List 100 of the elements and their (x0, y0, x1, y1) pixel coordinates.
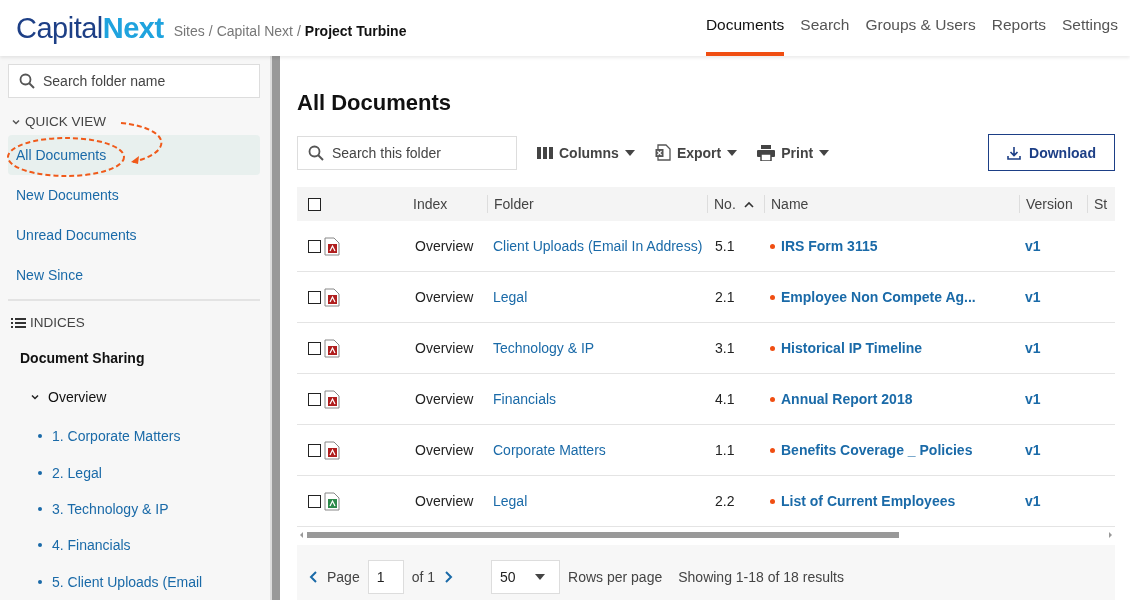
caret-icon (535, 573, 546, 580)
download-button[interactable]: Download (988, 134, 1115, 171)
tree-item[interactable]: 4. Financials (52, 537, 131, 554)
pdf-file-icon (324, 236, 340, 256)
tree-item[interactable]: Overview (48, 389, 107, 405)
toolbar-button[interactable]: Print (757, 144, 830, 161)
breadcrumb-item[interactable]: Sites (173, 23, 205, 39)
version-link[interactable]: v1 (1025, 493, 1041, 509)
spreadsheet-file-icon (324, 491, 340, 511)
version-link[interactable]: v1 (1025, 289, 1041, 305)
folder-link[interactable]: Legal (493, 493, 528, 509)
breadcrumb-item: Project Turbine (304, 23, 407, 39)
caret-icon (819, 149, 830, 156)
column-header[interactable]: No. (714, 196, 736, 212)
version-link[interactable]: v1 (1025, 391, 1041, 407)
rows-per-page-label: Rows per page (568, 568, 663, 585)
folder-search-field[interactable]: Search this folder (297, 135, 517, 170)
bullet-icon (38, 434, 42, 439)
tree-item[interactable]: 1. Corporate Matters (52, 428, 181, 445)
table-cell: Overview (415, 340, 474, 356)
column-header[interactable]: St (1094, 196, 1108, 212)
page-field[interactable]: 1 (367, 559, 404, 594)
folder-link[interactable]: Corporate Matters (493, 442, 606, 458)
section-heading: INDICES (30, 315, 85, 330)
caret-icon (727, 149, 738, 156)
nav-tab[interactable]: Documents (705, 0, 785, 56)
sort-ascending-icon[interactable] (743, 200, 754, 208)
nav-tab[interactable]: Settings (1062, 0, 1118, 56)
folder-search-field[interactable]: Search folder name (8, 64, 260, 98)
pdf-file-icon (324, 338, 340, 358)
checkbox[interactable] (308, 239, 321, 253)
quick-view-item[interactable]: Unread Documents (8, 215, 260, 255)
chevron-down-icon[interactable] (30, 392, 40, 402)
spreadsheet-icon (654, 144, 671, 161)
columns-icon (537, 146, 553, 159)
breadcrumb-item[interactable]: Capital Next (216, 23, 293, 39)
table-cell: Overview (415, 493, 474, 509)
table-cell: Overview (415, 442, 474, 458)
search-icon (19, 73, 35, 89)
document-link[interactable]: Employee Non Compete Ag... (781, 289, 976, 305)
table-cell: Overview (415, 238, 474, 254)
download-icon (1007, 145, 1022, 160)
quick-view-item[interactable]: All Documents (8, 135, 260, 175)
tree-item[interactable]: 3. Technology & IP (52, 501, 169, 517)
nav-tab[interactable]: Search (800, 0, 850, 56)
version-link[interactable]: v1 (1025, 238, 1041, 254)
column-header[interactable]: Folder (494, 196, 534, 212)
section-heading: QUICK VIEW (25, 114, 106, 129)
table-cell: 5.1 (715, 238, 735, 254)
search-icon (308, 144, 324, 161)
document-link[interactable]: IRS Form 3115 (781, 238, 878, 254)
folder-link[interactable]: Technology & IP (493, 340, 595, 356)
nav-tab[interactable]: Reports (991, 0, 1046, 56)
previous-page-icon[interactable] (309, 569, 319, 584)
version-link[interactable]: v1 (1025, 340, 1041, 356)
folder-link[interactable]: Client Uploads (Email In Address) (493, 238, 703, 254)
bullet-icon (38, 507, 42, 511)
version-link[interactable]: v1 (1025, 442, 1041, 458)
table-cell: 3.1 (715, 340, 735, 356)
folder-link[interactable]: Financials (493, 391, 557, 407)
column-header[interactable]: Index (413, 196, 448, 212)
next-page-icon[interactable] (443, 569, 454, 584)
printer-icon (757, 144, 776, 161)
page-label: Page (327, 568, 360, 585)
tree-item[interactable]: 2. Legal (52, 464, 102, 481)
results-summary: Showing 1-18 of 18 results (678, 568, 844, 585)
table-cell: 4.1 (715, 391, 735, 407)
pdf-file-icon (324, 287, 340, 307)
table-cell: Overview (415, 289, 474, 305)
tree-item[interactable]: 5. Client Uploads (Email (52, 573, 203, 590)
document-link[interactable]: Benefits Coverage _ Policies (781, 442, 973, 458)
rows-per-page-dropdown[interactable]: 50 (491, 559, 561, 594)
document-link[interactable]: Historical IP Timeline (781, 340, 923, 356)
breadcrumb-separator: / (208, 23, 213, 39)
scrollbar[interactable] (270, 56, 280, 600)
breadcrumb-separator: / (296, 23, 301, 39)
toolbar-button[interactable]: Columns (537, 144, 635, 161)
table-cell: 2.2 (715, 493, 735, 509)
checkbox[interactable] (308, 197, 321, 211)
nav-tab[interactable]: Groups & Users (865, 0, 976, 56)
column-header[interactable]: Name (771, 196, 809, 212)
table-cell: 2.1 (715, 289, 735, 305)
checkbox[interactable] (308, 392, 321, 406)
quick-view-item[interactable]: New Since (8, 255, 260, 295)
logo: CapitalNext (15, 10, 164, 46)
folder-link[interactable]: Legal (493, 289, 528, 305)
bullet-icon (38, 579, 42, 584)
toolbar-button[interactable]: Export (654, 144, 738, 161)
checkbox[interactable] (308, 494, 321, 508)
table-cell: Overview (415, 391, 474, 407)
quick-view-item[interactable]: New Documents (8, 175, 260, 215)
checkbox[interactable] (308, 341, 321, 355)
checkbox[interactable] (308, 443, 321, 457)
checkbox[interactable] (308, 290, 321, 304)
document-link[interactable]: Annual Report 2018 (781, 391, 913, 407)
column-header[interactable]: Version (1026, 196, 1073, 212)
bullet-icon (38, 543, 42, 548)
document-link[interactable]: List of Current Employees (781, 493, 956, 509)
table-cell: 1.1 (715, 442, 735, 458)
list-icon (11, 317, 26, 328)
